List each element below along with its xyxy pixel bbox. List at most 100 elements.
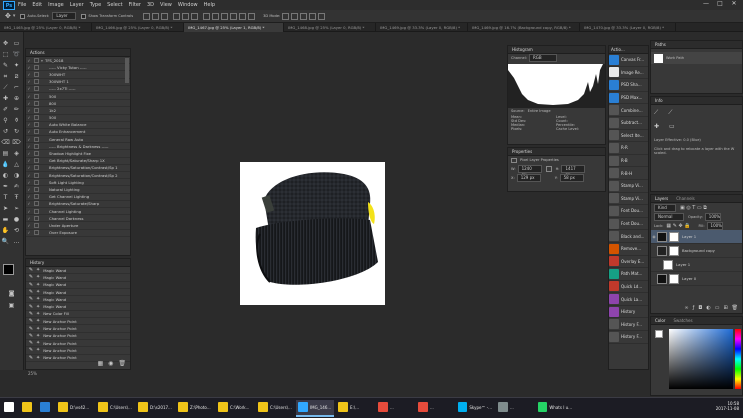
lock-icons[interactable]: ▦ ✎ ✥ 🔒 [666,223,690,229]
align-top-icon[interactable] [143,12,151,20]
history-brush-icon[interactable]: ✎ [26,347,36,353]
action-toggle-checkmark-icon[interactable]: ✓ [26,173,32,178]
actions-panel-title[interactable]: Actions [26,49,130,57]
link-dimensions-icon[interactable] [545,165,552,172]
action-button[interactable]: History F... [609,331,648,344]
action-toggle-checkmark-icon[interactable]: ✓ [26,86,32,91]
filter-icons[interactable]: ▣ ◎ T ▭ ⧉ [680,205,707,211]
action-dialog-toggle[interactable] [34,186,39,192]
crop-tool-icon[interactable]: ⌗ [1,72,10,81]
minimize-button[interactable]: — [699,0,713,7]
history-brush-icon[interactable]: ✎ [26,311,36,317]
action-dialog-toggle[interactable] [34,71,39,77]
doc-tab-active[interactable]: IMG_1467.jpg @ 25% (Layer 1, RGB/8) * [184,22,284,32]
history-brush-icon[interactable]: ✎ [26,340,36,346]
fill-input[interactable]: 100% [706,221,723,230]
action-button[interactable]: Subtract... [609,117,648,130]
history-brush-icon[interactable]: ✎ [26,274,36,280]
doc-tab[interactable]: IMG_1469.jpg @ 33.3% (Layer 0, RGB/8) * [376,22,468,32]
work-path-item[interactable]: Work Path [666,56,684,60]
align-center-icon[interactable] [182,12,190,20]
history-item[interactable]: ✎ ✦ New Anchor Point [26,340,130,348]
history-panel-title[interactable]: History [26,259,130,267]
move-tool-icon[interactable]: ✥ [5,12,11,20]
color-swatches[interactable] [3,264,21,282]
action-dialog-toggle[interactable] [34,100,39,106]
action-item[interactable]: ✓ Auto Enhancement [26,129,130,137]
action-toggle-checkmark-icon[interactable]: ✓ [26,165,32,170]
width-input[interactable]: 1240 px [517,164,542,177]
histogram-panel-title[interactable]: Histogram [508,46,605,54]
history-brush-tool-icon[interactable]: ↺ [1,127,10,136]
taskbar-app[interactable]: C:\Users\... [256,400,294,417]
action-item[interactable]: ✓ Channel Darkness [26,215,130,223]
action-button[interactable]: Quick La... [609,293,648,306]
action-dialog-toggle[interactable] [34,79,39,85]
history-brush-icon[interactable]: ✎ [26,318,36,324]
layer-row[interactable]: Layer 0 [651,272,742,286]
taskbar-app[interactable]: E:\... [336,400,374,417]
action-button[interactable]: Overlay E... [609,256,648,269]
doc-tab[interactable]: IMG_1466.jpg @ 25% (Layer 0, RGB/8) * [92,22,184,32]
quick-mask-icon[interactable]: ◙ [7,289,16,298]
tab-swatches[interactable]: Swatches [669,318,696,323]
action-dialog-toggle[interactable] [34,86,39,92]
action-item[interactable]: ✓ Soft Light Lighting [26,179,130,187]
menu-filter[interactable]: Filter [129,2,141,8]
3d-roll-icon[interactable] [291,12,299,20]
rotate-view-tool-icon[interactable]: ⟲ [12,226,21,235]
action-dialog-toggle[interactable] [34,57,39,63]
action-dialog-toggle[interactable] [34,179,39,185]
taskbar-app[interactable]: D:\s2017... [136,400,174,417]
3d-orbit-icon[interactable] [282,12,290,20]
action-toggle-checkmark-icon[interactable]: ✓ [26,137,32,142]
action-toggle-checkmark-icon[interactable]: ✓ [26,79,32,84]
menu-file[interactable]: File [18,2,26,8]
distribute-center-icon[interactable] [239,12,247,20]
y-input[interactable]: 58 px [559,173,584,182]
action-toggle-checkmark-icon[interactable]: ✓ [26,122,32,127]
menu-help[interactable]: Help [204,2,215,8]
lasso-tool-icon[interactable]: ➰ [12,50,21,59]
action-toggle-checkmark-icon[interactable]: ✓ [26,158,32,163]
type-tool-icon[interactable]: T [1,193,10,202]
action-item[interactable]: ✓ ----- 2x7Ti ----- [26,86,130,93]
action-dialog-toggle[interactable] [34,143,39,149]
pattern-stamp-tool-icon[interactable]: ⚱ [12,116,21,125]
distribute-left-icon[interactable] [230,12,238,20]
height-input[interactable]: 1417 px [561,164,586,177]
action-toggle-checkmark-icon[interactable]: ✓ [26,223,32,228]
sharpen-tool-icon[interactable]: △ [12,160,21,169]
history-brush-icon[interactable]: ✎ [26,296,36,302]
action-toggle-checkmark-icon[interactable]: ✓ [26,58,32,63]
action-toggle-checkmark-icon[interactable]: ✓ [26,151,32,156]
action-dialog-toggle[interactable] [34,230,39,236]
action-toggle-checkmark-icon[interactable]: ✓ [26,108,32,113]
auto-select-dropdown[interactable]: Layer [52,12,77,20]
taskbar-app[interactable]: D:\vs42... [56,400,94,417]
layer-filter-dropdown[interactable]: Kind [654,203,676,212]
layer-row[interactable]: Layer 1 [651,258,742,272]
trash-icon[interactable]: 🗑 [118,360,126,367]
action-item[interactable]: ✓ Auto White Balance [26,122,130,129]
doc-tab[interactable]: IMG_1465.jpg @ 25% (Layer 0, RGB/8) * [0,22,92,32]
action-toggle-checkmark-icon[interactable]: ✓ [26,144,32,149]
history-item[interactable]: ✎ ✦ New Color Fill [26,311,130,319]
marquee-tool-icon[interactable]: ⬚ [1,50,10,59]
info-panel-title[interactable]: Info [651,97,742,105]
action-toggle-checkmark-icon[interactable]: ✓ [26,187,32,192]
history-item[interactable]: ✎ ✦ Magic Wand [26,274,130,282]
eraser-tool-icon[interactable]: ⌫ [1,138,10,147]
action-dialog-toggle[interactable] [34,107,39,113]
action-button[interactable]: R-B [609,155,648,168]
action-button[interactable]: Image Re... [609,67,648,80]
action-item[interactable]: ✓ 800 [26,100,130,108]
path-select-tool-icon[interactable]: ➤ [1,204,10,213]
action-item[interactable]: ✓ 500 [26,93,130,101]
action-button[interactable]: Black and... [609,230,648,243]
close-button[interactable]: ✕ [727,0,741,7]
history-item[interactable]: ✎ ✦ New Anchor Point [26,333,130,340]
history-brush-icon[interactable]: ✎ [26,304,36,310]
action-item[interactable]: ✓ ----- Vicky Tuton ----- [26,64,130,72]
doc-tab[interactable]: IMG_1470.jpg @ 33.3% (Layer 0, RGB/8) * [580,22,676,32]
